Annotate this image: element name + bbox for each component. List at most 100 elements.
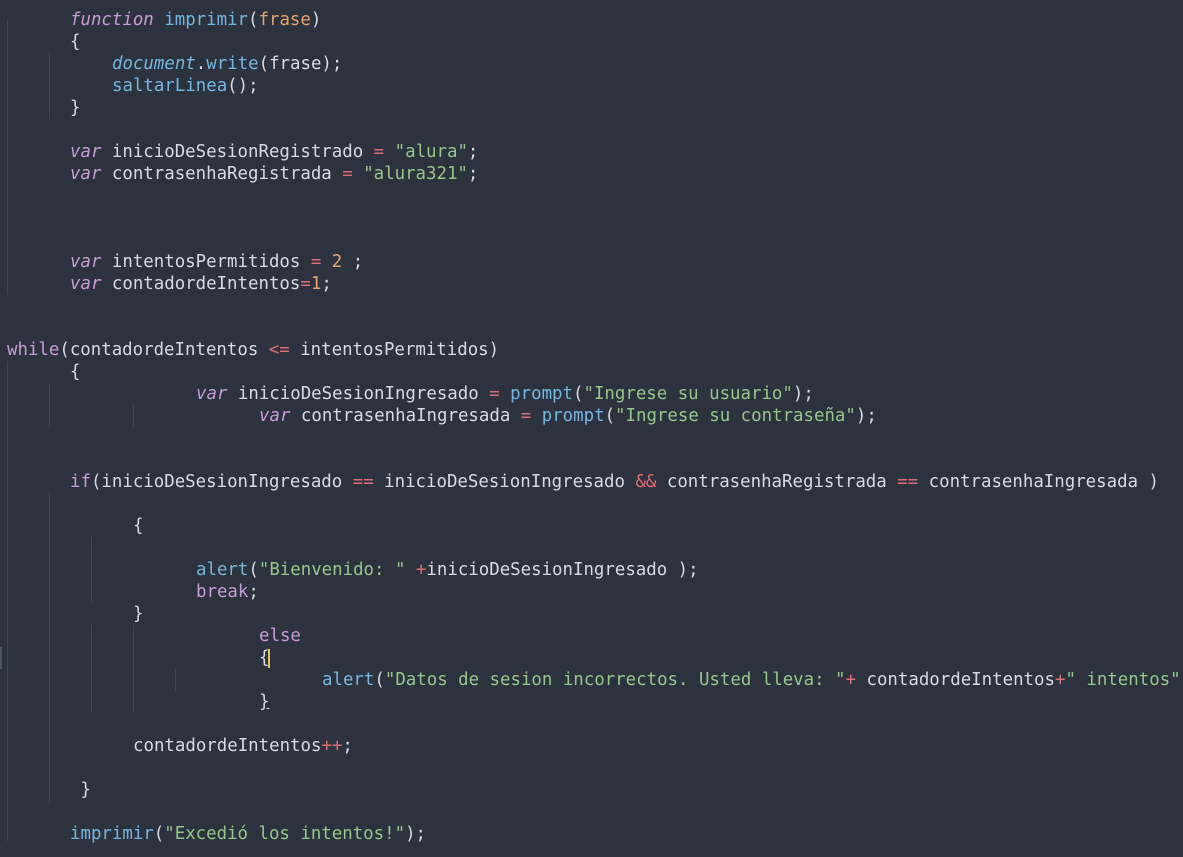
code-token: { (133, 516, 144, 536)
code-line[interactable]: var contrasenhaRegistrada = "alura321"; (70, 163, 478, 185)
code-line[interactable]: { (70, 31, 80, 53)
code-line[interactable]: } (133, 603, 143, 625)
code-token: else (259, 626, 301, 646)
code-token: (contadordeIntentos (59, 340, 269, 360)
code-token: imprimir (70, 824, 154, 844)
code-token: (); (227, 76, 259, 96)
code-token: . (195, 54, 207, 74)
code-line[interactable]: var inicioDeSesionIngresado = prompt("In… (196, 383, 814, 405)
code-token: { (70, 32, 81, 52)
code-line[interactable]: saltarLinea(); (112, 75, 259, 97)
code-line[interactable]: alert("Datos de sesion incorrectos. Uste… (322, 669, 1183, 691)
indent-guide (49, 493, 50, 803)
code-line[interactable]: function imprimir(frase) (70, 9, 321, 31)
code-line[interactable]: { (70, 361, 80, 383)
code-token: var (70, 274, 102, 294)
code-token: ; (467, 142, 479, 162)
code-token: ( (248, 10, 259, 30)
code-token: "alura321" (363, 164, 468, 184)
text-cursor-brace: { (259, 648, 272, 668)
code-token: write (206, 54, 259, 74)
code-token: ); (405, 824, 427, 844)
code-token: inicioDeSesionRegistrado (101, 142, 374, 162)
code-token: while (7, 340, 60, 360)
code-line[interactable]: contadordeIntentos++; (133, 735, 353, 757)
code-token: contadordeIntentos (101, 274, 301, 294)
code-line[interactable]: imprimir("Excedió los intentos!"); (70, 823, 426, 845)
code-token: + (1054, 670, 1066, 690)
code-line[interactable]: else (259, 625, 301, 647)
code-line[interactable]: var inicioDeSesionRegistrado = "alura"; (70, 141, 478, 163)
code-line[interactable]: if(inicioDeSesionIngresado == inicioDeSe… (70, 471, 1159, 493)
code-token: ) (310, 10, 322, 30)
code-token: "Ingrese su usuario" (583, 384, 793, 404)
code-token: ( (374, 670, 385, 690)
code-token: var (70, 252, 102, 272)
code-token: "Ingrese su contraseña" (615, 406, 856, 426)
indent-guide (133, 405, 134, 427)
code-token: function (70, 10, 154, 30)
code-token: == (897, 472, 919, 492)
code-token: 1 (310, 274, 322, 294)
code-line[interactable]: while(contadordeIntentos <= intentosPerm… (7, 339, 499, 361)
code-token: inicioDeSesionIngresado ); (426, 560, 699, 580)
code-editor[interactable]: function imprimir(frase){document.write(… (0, 0, 1183, 857)
code-line[interactable]: var contadordeIntentos=1; (70, 273, 332, 295)
code-line[interactable]: { (259, 647, 272, 669)
code-line[interactable]: var intentosPermitidos = 2 ; (70, 251, 363, 273)
indent-guide (91, 537, 92, 603)
code-line[interactable]: alert("Bienvenido: " +inicioDeSesionIngr… (196, 559, 699, 581)
indent-guide (49, 53, 50, 119)
code-token: = (489, 384, 500, 404)
code-token: ; (321, 274, 332, 294)
code-token: = (310, 252, 322, 272)
code-token: imprimir (164, 10, 249, 30)
code-token: ( (572, 384, 584, 404)
matched-brace: } (259, 692, 270, 712)
code-line[interactable]: } (70, 97, 80, 119)
code-token: inicioDeSesionIngresado (227, 384, 490, 404)
code-token: == (352, 472, 374, 492)
code-token: prompt (541, 406, 605, 426)
code-token: saltarLinea (112, 76, 228, 96)
code-token: var (196, 384, 228, 404)
code-line[interactable]: } (81, 779, 91, 801)
code-token: } (80, 780, 91, 800)
gutter-change-marker (0, 647, 2, 669)
indent-guide (7, 20, 8, 295)
code-token: prompt (510, 384, 573, 404)
code-token: (frase); (258, 54, 343, 74)
code-line[interactable]: var contrasenhaIngresada = prompt("Ingre… (259, 405, 877, 427)
code-token: intentosPermitidos) (289, 340, 500, 360)
code-line[interactable]: document.write(frase); (112, 53, 342, 75)
code-token: " intentos" (1065, 670, 1181, 690)
code-token: contrasenhaRegistrada (101, 164, 343, 184)
code-token: ; (342, 252, 364, 272)
code-token: document (112, 54, 196, 74)
code-line[interactable]: } (259, 691, 269, 713)
code-token: = (342, 164, 353, 184)
code-token: ; (248, 582, 259, 602)
indent-guide (49, 383, 50, 427)
code-token: contrasenhaRegistrada (656, 472, 898, 492)
code-token: = (300, 274, 311, 294)
code-token: ); (792, 384, 814, 404)
code-token: ); (855, 406, 877, 426)
code-token: var (70, 164, 102, 184)
indent-guide (175, 669, 176, 691)
code-token: alert (196, 560, 249, 580)
code-line[interactable]: { (133, 515, 143, 537)
indent-guide (7, 361, 8, 841)
code-token: break (196, 582, 249, 602)
code-token: } (133, 604, 144, 624)
code-token: <= (268, 340, 290, 360)
code-token: frase (258, 10, 311, 30)
code-token: } (70, 98, 81, 118)
code-line[interactable]: break; (196, 581, 259, 603)
code-token: + (845, 670, 857, 690)
code-token: ( (153, 824, 165, 844)
